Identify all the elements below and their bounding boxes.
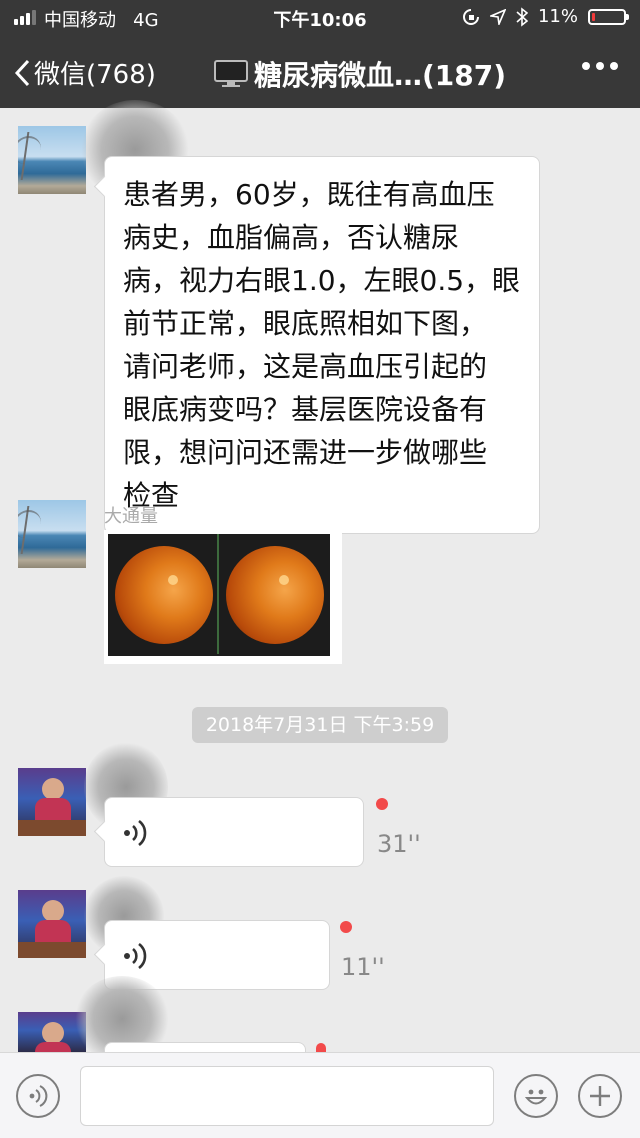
voice-message[interactable]: [104, 797, 364, 867]
fundus-photo[interactable]: [104, 530, 342, 664]
voice-wave-icon: [124, 942, 147, 970]
avatar[interactable]: [18, 126, 86, 194]
fundus-photo-frame: [108, 534, 330, 656]
avatar[interactable]: [18, 890, 86, 958]
sender-name: 大通量: [104, 506, 158, 527]
battery-percent: 11%: [537, 6, 578, 27]
message-bubble[interactable]: 患者男，60岁，既往有高血压 病史，血脂偏高，否认糖尿 病，视力右眼1.0，左眼…: [104, 156, 540, 534]
fundus-image-left: [225, 546, 324, 644]
voice-message[interactable]: [104, 1042, 306, 1052]
location-icon: [489, 8, 506, 25]
voice-duration: 11'': [341, 953, 385, 981]
emoji-button[interactable]: [514, 1074, 558, 1118]
message-input[interactable]: [80, 1066, 494, 1126]
voice-wave-icon: [29, 1085, 48, 1107]
nav-bar: 微信(768) 糖尿病微血…(187): [0, 36, 640, 108]
unread-dot: [376, 798, 388, 810]
avatar[interactable]: [18, 500, 86, 568]
fundus-image-right: [114, 546, 213, 644]
voice-duration: 31'': [377, 830, 421, 858]
time-divider: 2018年7月31日 下午3:59: [192, 707, 448, 743]
unread-dot: [340, 921, 352, 933]
smiley-icon: [524, 1089, 548, 1105]
chat-title: 糖尿病微血…(187): [160, 54, 560, 94]
battery-icon: [588, 8, 629, 25]
back-label: 微信(768): [34, 60, 156, 90]
status-bar: 中国移动 4G 下午10:06 11%: [0, 0, 640, 36]
bluetooth-icon: [516, 6, 528, 27]
chevron-left-icon: [14, 59, 30, 86]
chat-title-text: 糖尿病微血…(187): [253, 59, 507, 92]
voice-input-button[interactable]: [16, 1074, 60, 1118]
avatar[interactable]: [18, 768, 86, 836]
unread-dot: [316, 1043, 326, 1052]
more-button[interactable]: [582, 62, 618, 70]
plus-icon: [590, 1086, 610, 1106]
computer-icon: [213, 60, 248, 87]
voice-wave-icon: [124, 819, 147, 847]
rotation-lock-icon: [462, 8, 479, 25]
add-button[interactable]: [578, 1074, 622, 1118]
input-bar: [0, 1052, 640, 1138]
back-button[interactable]: 微信(768): [14, 54, 156, 91]
top-bar: 中国移动 4G 下午10:06 11% 微信(768) 糖尿病微血…(187): [0, 0, 640, 108]
